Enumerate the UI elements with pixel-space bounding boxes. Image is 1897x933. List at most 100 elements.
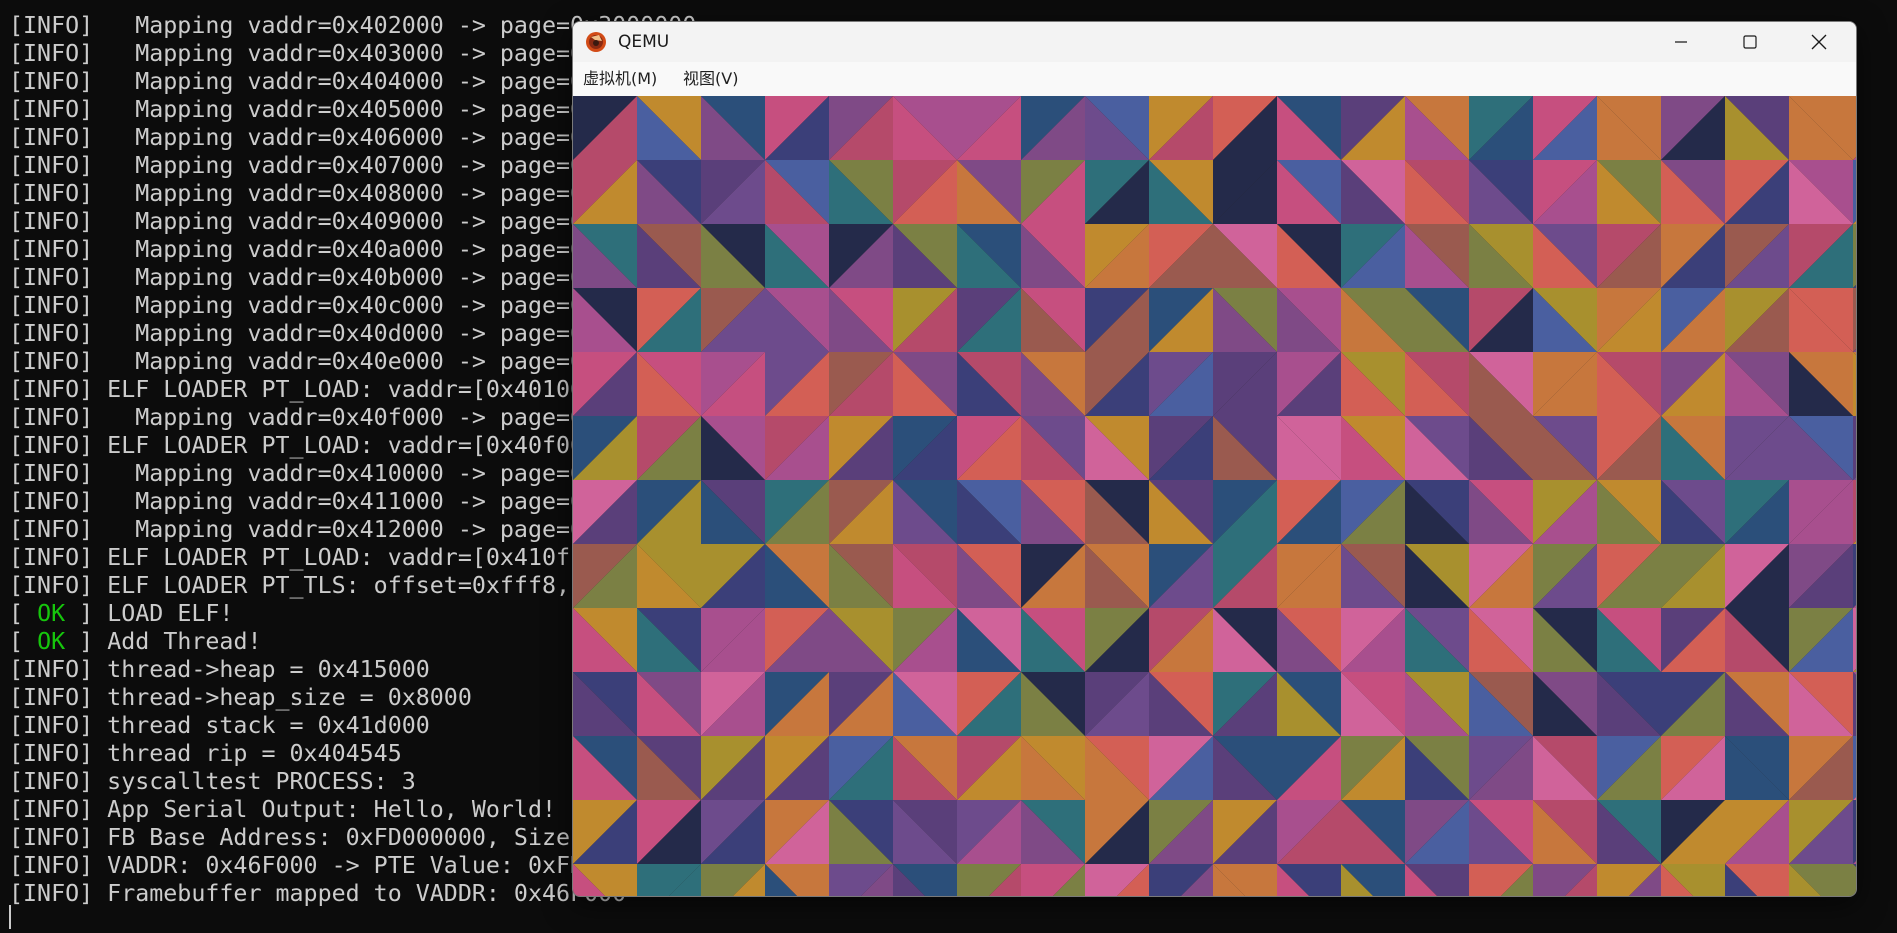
terminal-line: [INFO] Mapping vaddr=0x40d000 -> page=0 — [9, 320, 584, 348]
info-tag: [INFO] — [9, 208, 94, 235]
info-tag: [INFO] — [9, 152, 94, 179]
terminal-line: [ OK ] Add Thread! — [9, 628, 262, 656]
mosaic-triangle — [1853, 800, 1856, 864]
terminal-line-text: VADDR: 0x46F000 -> PTE Value: 0xFD — [93, 852, 585, 879]
terminal-line-text: syscalltest PROCESS: 3 — [93, 768, 416, 795]
terminal-line: [INFO] Mapping vaddr=0x40e000 -> page=0 — [9, 348, 584, 376]
info-tag: [INFO] — [9, 684, 94, 711]
terminal-line-text: App Serial Output: Hello, World! — [93, 796, 557, 823]
window-title: QEMU — [618, 32, 670, 52]
terminal-line: [INFO] Mapping vaddr=0x408000 -> page=0 — [9, 180, 584, 208]
info-tag: [INFO] — [9, 516, 94, 543]
terminal-line-text: Mapping vaddr=0x412000 -> page=0 — [93, 516, 585, 543]
terminal-line: [INFO] Mapping vaddr=0x40b000 -> page=0 — [9, 264, 584, 292]
terminal-line-text: ELF LOADER PT_LOAD: vaddr=[0x410f — [93, 544, 571, 571]
terminal-cursor — [9, 905, 11, 929]
close-button[interactable] — [1784, 22, 1854, 62]
menu-view[interactable]: 视图(V) — [681, 62, 740, 96]
terminal-line: [INFO] Mapping vaddr=0x40a000 -> page=0 — [9, 236, 584, 264]
terminal-line-text: thread stack = 0x41d000 — [93, 712, 430, 739]
info-tag: [INFO] — [9, 320, 94, 347]
terminal-line: [INFO] Mapping vaddr=0x40f000 -> page=0 — [9, 404, 584, 432]
terminal-line-text: Mapping vaddr=0x40b000 -> page=0 — [93, 264, 585, 291]
terminal-line: [INFO] Mapping vaddr=0x411000 -> page=0 — [9, 488, 584, 516]
info-tag: [INFO] — [9, 404, 94, 431]
mosaic-triangle — [1853, 736, 1856, 800]
terminal-line: [INFO] ELF LOADER PT_TLS: offset=0xfff8, — [9, 572, 570, 600]
info-tag: [INFO] — [9, 460, 94, 487]
info-tag: [INFO] — [9, 124, 94, 151]
terminal-line: [INFO] Mapping vaddr=0x40c000 -> page=0 — [9, 292, 584, 320]
info-tag: [INFO] — [9, 712, 94, 739]
info-tag: [INFO] — [9, 880, 94, 907]
vm-display[interactable] — [573, 96, 1856, 896]
info-tag: [INFO] — [9, 852, 94, 879]
terminal-line: [INFO] Mapping vaddr=0x412000 -> page=0 — [9, 516, 584, 544]
terminal-line-text: Mapping vaddr=0x40f000 -> page=0 — [93, 404, 585, 431]
info-tag: [INFO] — [9, 796, 94, 823]
terminal-line-text: Framebuffer mapped to VADDR: 0x46F000 — [93, 880, 627, 907]
info-tag: [INFO] — [9, 236, 94, 263]
info-tag: [INFO] — [9, 488, 94, 515]
info-tag: [INFO] — [9, 348, 94, 375]
ok-tag: [ OK ] — [9, 628, 94, 655]
info-tag: [INFO] — [9, 264, 94, 291]
terminal-line: [ OK ] LOAD ELF! — [9, 600, 233, 628]
mosaic-triangle — [1853, 352, 1856, 416]
terminal-line: [INFO] Mapping vaddr=0x410000 -> page=0 — [9, 460, 584, 488]
menu-machine[interactable]: 虚拟机(M) — [581, 62, 659, 96]
terminal-line: [INFO] Framebuffer mapped to VADDR: 0x46… — [9, 880, 626, 908]
terminal-line: [INFO] ELF LOADER PT_LOAD: vaddr=[0x40f0… — [9, 432, 584, 460]
close-icon — [1811, 34, 1827, 50]
terminal-line-text: LOAD ELF! — [93, 600, 234, 627]
terminal-line-text: Mapping vaddr=0x403000 -> page=0 — [93, 40, 585, 67]
terminal-line: [INFO] App Serial Output: Hello, World! — [9, 796, 556, 824]
terminal-line-text: Mapping vaddr=0x411000 -> page=0 — [93, 488, 585, 515]
terminal-line: [INFO] thread stack = 0x41d000 — [9, 712, 430, 740]
terminal-line-text: ELF LOADER PT_LOAD: vaddr=[0x40f00 — [93, 432, 585, 459]
qemu-logo-icon — [586, 32, 606, 52]
terminal-line: [INFO] thread->heap_size = 0x8000 — [9, 684, 472, 712]
terminal-line: [INFO] Mapping vaddr=0x403000 -> page=0 — [9, 40, 584, 68]
terminal-line-text: Mapping vaddr=0x406000 -> page=0 — [93, 124, 585, 151]
terminal-line: [INFO] ELF LOADER PT_LOAD: vaddr=[0x4010… — [9, 376, 584, 404]
terminal-line-text: Mapping vaddr=0x40e000 -> page=0 — [93, 348, 585, 375]
maximize-button[interactable] — [1715, 22, 1785, 62]
info-tag: [INFO] — [9, 544, 94, 571]
terminal-line: [INFO] Mapping vaddr=0x404000 -> page=0 — [9, 68, 584, 96]
info-tag: [INFO] — [9, 432, 94, 459]
mosaic-triangle — [1853, 160, 1856, 224]
terminal-line: [INFO] Mapping vaddr=0x407000 -> page=0 — [9, 152, 584, 180]
mosaic-triangle — [1853, 672, 1856, 736]
info-tag: [INFO] — [9, 68, 94, 95]
qemu-window[interactable]: QEMU 虚拟机(M) 视图(V) — [572, 21, 1857, 897]
info-tag: [INFO] — [9, 40, 94, 67]
terminal-line: [INFO] FB Base Address: 0xFD000000, Size — [9, 824, 570, 852]
maximize-icon — [1743, 35, 1757, 49]
mosaic-triangle — [1853, 608, 1856, 672]
terminal-line-text: FB Base Address: 0xFD000000, Size — [93, 824, 571, 851]
info-tag: [INFO] — [9, 768, 94, 795]
info-tag: [INFO] — [9, 12, 94, 39]
info-tag: [INFO] — [9, 740, 94, 767]
minimize-button[interactable] — [1646, 22, 1716, 62]
triangle-mosaic — [573, 96, 1856, 896]
minimize-icon — [1675, 41, 1687, 43]
mosaic-triangle — [1853, 96, 1856, 160]
info-tag: [INFO] — [9, 824, 94, 851]
terminal-line: [INFO] Mapping vaddr=0x409000 -> page=0 — [9, 208, 584, 236]
terminal-line: [INFO] thread rip = 0x404545 — [9, 740, 402, 768]
mosaic-triangle — [1853, 416, 1856, 480]
terminal-line-text: thread->heap_size = 0x8000 — [93, 684, 472, 711]
info-tag: [INFO] — [9, 656, 94, 683]
terminal-line-text: Mapping vaddr=0x409000 -> page=0 — [93, 208, 585, 235]
terminal-line: [INFO] Mapping vaddr=0x405000 -> page=0 — [9, 96, 584, 124]
ok-tag: [ OK ] — [9, 600, 94, 627]
terminal-line-text: thread rip = 0x404545 — [93, 740, 402, 767]
mosaic-triangle — [1853, 544, 1856, 608]
info-tag: [INFO] — [9, 96, 94, 123]
terminal-line-text: Mapping vaddr=0x408000 -> page=0 — [93, 180, 585, 207]
mosaic-triangle — [1853, 480, 1856, 544]
mosaic-triangle — [1853, 288, 1856, 352]
title-bar[interactable]: QEMU — [573, 22, 1856, 62]
